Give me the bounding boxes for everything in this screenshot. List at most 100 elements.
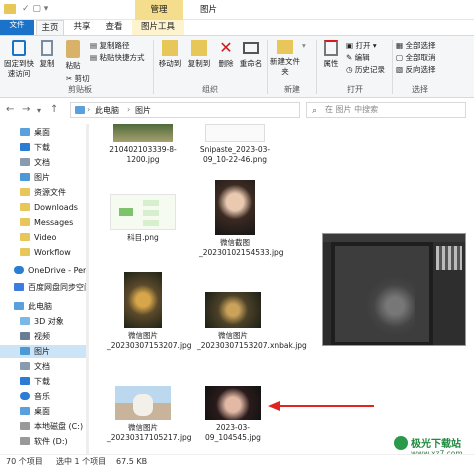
file-item[interactable]: 2023-03-09_104545.jpg <box>197 386 269 442</box>
thumbnail <box>215 180 255 235</box>
tab-home[interactable]: 主页 <box>36 20 64 35</box>
manage-contextual-tab[interactable]: 管理 <box>135 0 183 20</box>
sidebar-item-music[interactable]: 音乐 <box>0 390 86 403</box>
thumbnail <box>113 124 173 142</box>
sidebar-item-workflow[interactable]: Workflow <box>0 246 86 259</box>
divider <box>267 40 268 94</box>
quick-access-toolbar[interactable]: ✓ ▢ ▾ <box>22 4 82 15</box>
history-label: 历史记录 <box>354 65 385 74</box>
sidebar-item-baidu-sync[interactable]: 百度网盘同步空间 <box>0 281 86 294</box>
new-item-button[interactable]: ▾ <box>302 41 306 51</box>
search-icon: ⌕ <box>312 106 318 116</box>
breadcrumb-root[interactable]: 此电脑 <box>95 105 119 116</box>
select-all-label: 全部选择 <box>405 41 436 50</box>
file-item[interactable]: 微信图片_20230307153207.xnbak.jpg <box>197 292 307 350</box>
navigation-pane: 桌面 下载 文档 图片 资源文件 Downloads Messages Vide… <box>0 124 87 454</box>
breadcrumb-separator-icon: › <box>127 105 131 114</box>
sidebar-item-documents[interactable]: 文档 <box>0 360 86 373</box>
sidebar-item-pictures-pinned[interactable]: 图片 <box>0 171 86 184</box>
sidebar-item-documents-pinned[interactable]: 文档 <box>0 156 86 169</box>
sidebar-item-desktop-pinned[interactable]: 桌面 <box>0 126 86 139</box>
drive-icon <box>20 437 30 445</box>
up-icon[interactable]: ↑ <box>50 104 58 115</box>
organize-group-label: 组织 <box>202 85 218 94</box>
file-name: 科目.png <box>127 233 159 242</box>
sidebar-item-video-folder[interactable]: Video <box>0 231 86 244</box>
move-to-button[interactable]: 移动到 <box>156 40 184 69</box>
file-item[interactable]: 微信图片_20230317105217.jpg <box>107 386 192 442</box>
breadcrumb-leaf[interactable]: 图片 <box>135 105 151 116</box>
sidebar-item-messages[interactable]: Messages <box>0 216 86 229</box>
sidebar-item-onedrive[interactable]: OneDrive - Perso <box>0 264 86 277</box>
delete-button[interactable]: ✕ 删除 <box>214 40 238 69</box>
new-folder-button[interactable]: 新建文件夹 <box>270 40 300 77</box>
copy-to-button[interactable]: 复制到 <box>185 40 213 69</box>
sidebar-item-label: 图片 <box>34 173 50 182</box>
properties-button[interactable]: 属性 <box>318 40 344 69</box>
sidebar-item-label: OneDrive - Perso <box>28 266 86 275</box>
file-name: Snipaste_2023-03-09_10-22-46.png <box>199 145 271 164</box>
file-name: 微信图片_20230307153207.jpg <box>107 331 192 350</box>
select-all-button[interactable]: ▦ 全部选择 <box>396 41 435 51</box>
forward-icon[interactable]: → <box>22 104 30 115</box>
file-name: 210402103339-8-1200.jpg <box>109 145 177 164</box>
sidebar-item-this-pc[interactable]: 此电脑 <box>0 300 86 313</box>
move-to-icon <box>162 40 178 56</box>
tab-view[interactable]: 查看 <box>100 20 128 35</box>
paste-shortcut-label: 粘贴快捷方式 <box>99 53 145 62</box>
select-none-button[interactable]: ▢ 全部取消 <box>396 53 435 63</box>
tab-share[interactable]: 共享 <box>68 20 96 35</box>
search-input[interactable]: ⌕ 在 图片 中搜索 <box>306 102 466 118</box>
copy-path-button[interactable]: ▤ 复制路径 <box>90 41 129 51</box>
rename-button[interactable]: 重命名 <box>238 40 264 69</box>
sidebar-item-3d-objects[interactable]: 3D 对象 <box>0 315 86 328</box>
file-item[interactable]: 科目.png <box>107 194 179 243</box>
file-item[interactable]: 微信截图_20230102154533.jpg <box>199 180 284 257</box>
new-folder-label: 新建文件夹 <box>270 57 300 76</box>
edit-label: 编辑 <box>354 53 370 62</box>
sidebar-item-pictures[interactable]: 图片 <box>0 345 86 358</box>
sidebar-item-label: 此电脑 <box>28 302 52 311</box>
download-icon <box>20 143 30 151</box>
folder-icon <box>20 188 30 196</box>
pin-quick-access-button[interactable]: 固定到快速访问 <box>3 40 35 79</box>
recent-dropdown-icon[interactable]: ▾ <box>37 106 41 115</box>
back-icon[interactable]: ← <box>6 104 14 115</box>
copy-label: 复制 <box>39 59 55 68</box>
file-item[interactable]: Snipaste_2023-03-09_10-22-46.png <box>199 124 271 164</box>
paste-label: 粘贴 <box>65 61 81 70</box>
sidebar-item-resources[interactable]: 资源文件 <box>0 186 86 199</box>
sidebar-item-downloads-folder[interactable]: Downloads <box>0 201 86 214</box>
mindmap-node-icon <box>119 208 133 216</box>
properties-icon <box>324 40 338 56</box>
cut-button[interactable]: ✂ 剪切 <box>66 74 90 84</box>
thumbnail <box>110 194 176 230</box>
preview-pane <box>322 233 466 346</box>
sidebar-item-label: 3D 对象 <box>34 317 64 326</box>
file-item[interactable]: 微信图片_20230307153207.jpg <box>107 272 192 350</box>
tab-file[interactable]: 文件 <box>0 20 34 35</box>
invert-selection-button[interactable]: ▧ 反向选择 <box>396 65 435 75</box>
sidebar-item-drive-c[interactable]: 本地磁盘 (C:) <box>0 420 86 433</box>
address-field[interactable]: › 此电脑 › 图片 <box>70 102 300 118</box>
file-name: 2023-03-09_104545.jpg <box>205 423 261 442</box>
sidebar-item-desktop[interactable]: 桌面 <box>0 405 86 418</box>
file-item[interactable]: 210402103339-8-1200.jpg <box>107 124 179 164</box>
copy-button[interactable]: 复制 <box>36 40 58 69</box>
document-icon <box>20 362 30 370</box>
sidebar-item-label: 下载 <box>34 143 50 152</box>
desktop-icon <box>20 128 30 136</box>
thumbnail <box>115 386 171 420</box>
paste-shortcut-button[interactable]: ▤ 粘贴快捷方式 <box>90 53 144 63</box>
sidebar-item-downloads-pinned[interactable]: 下载 <box>0 141 86 154</box>
sidebar-item-drive-d[interactable]: 软件 (D:) <box>0 435 86 448</box>
edit-button[interactable]: ✎ 编辑 <box>346 53 370 63</box>
preview-swatches <box>436 246 462 270</box>
history-button[interactable]: ◷ 历史记录 <box>346 65 385 75</box>
tab-picture-tools[interactable]: 图片工具 <box>132 20 184 35</box>
paste-button[interactable]: 粘贴 <box>60 40 86 71</box>
sidebar-item-videos[interactable]: 视频 <box>0 330 86 343</box>
sidebar-item-downloads[interactable]: 下载 <box>0 375 86 388</box>
baidu-cloud-icon <box>14 283 24 291</box>
open-button[interactable]: ▣ 打开 ▾ <box>346 41 377 51</box>
